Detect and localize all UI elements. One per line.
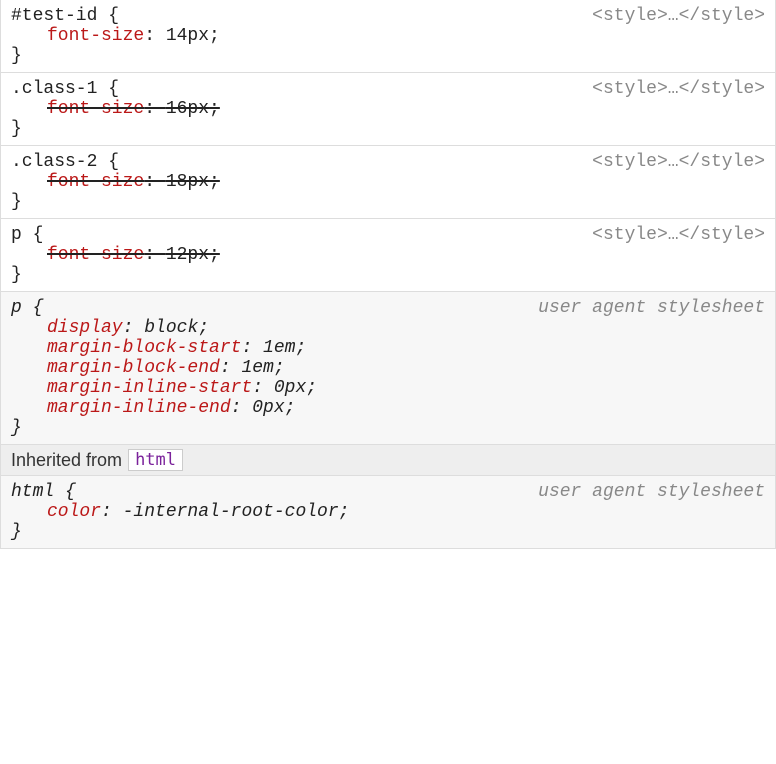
css-declaration[interactable]: margin-block-start: 1em; — [11, 338, 765, 358]
css-value[interactable]: 12px — [166, 245, 209, 265]
close-brace: } — [11, 522, 765, 542]
rule-source-link[interactable]: <style>…</style> — [592, 225, 765, 245]
open-brace: { — [97, 79, 119, 99]
open-brace: { — [22, 298, 44, 318]
selector[interactable]: p — [11, 298, 22, 318]
rule-source-link[interactable]: <style>…</style> — [592, 79, 765, 99]
open-brace: { — [97, 152, 119, 172]
css-property[interactable]: margin-inline-end — [47, 398, 231, 418]
rule-source-label: user agent stylesheet — [538, 482, 765, 502]
css-property[interactable]: font-size — [47, 99, 144, 119]
css-property[interactable]: color — [47, 502, 101, 522]
css-value[interactable]: 0px — [274, 378, 306, 398]
css-declaration[interactable]: font-size: 18px; — [11, 172, 765, 192]
semicolon: ; — [209, 172, 220, 192]
css-value[interactable]: 1em — [241, 358, 273, 378]
css-rule[interactable]: <style>…</style> .class-2 { font-size: 1… — [1, 145, 775, 219]
css-value[interactable]: 18px — [166, 172, 209, 192]
css-declaration[interactable]: margin-inline-end: 0px; — [11, 398, 765, 418]
close-brace: } — [11, 265, 765, 285]
css-property[interactable]: font-size — [47, 26, 144, 46]
css-value[interactable]: -internal-root-color — [123, 502, 339, 522]
colon: : — [144, 245, 166, 265]
selector[interactable]: p — [11, 225, 22, 245]
css-declaration[interactable]: display: block; — [11, 318, 765, 338]
css-property[interactable]: font-size — [47, 172, 144, 192]
css-declaration[interactable]: color: -internal-root-color; — [11, 502, 765, 522]
close-brace: } — [11, 418, 765, 438]
rule-source-link[interactable]: <style>…</style> — [592, 6, 765, 26]
selector[interactable]: html — [11, 482, 54, 502]
css-declaration[interactable]: margin-inline-start: 0px; — [11, 378, 765, 398]
styles-pane: <style>…</style> #test-id { font-size: 1… — [0, 0, 776, 549]
inherited-element-link[interactable]: html — [128, 449, 183, 471]
semicolon: ; — [209, 245, 220, 265]
css-rule[interactable]: <style>…</style> p { font-size: 12px; } — [1, 218, 775, 292]
css-declaration[interactable]: margin-block-end: 1em; — [11, 358, 765, 378]
semicolon: ; — [209, 26, 220, 46]
close-brace: } — [11, 119, 765, 139]
close-brace: } — [11, 192, 765, 212]
css-property[interactable]: margin-block-end — [47, 358, 220, 378]
css-property[interactable]: display — [47, 318, 123, 338]
rule-source-label: user agent stylesheet — [538, 298, 765, 318]
close-brace: } — [11, 46, 765, 66]
open-brace: { — [22, 225, 44, 245]
colon: : — [144, 26, 166, 46]
css-value[interactable]: 16px — [166, 99, 209, 119]
inherited-label: Inherited from — [11, 450, 122, 471]
css-value[interactable]: 0px — [252, 398, 284, 418]
css-property[interactable]: margin-block-start — [47, 338, 241, 358]
css-declaration[interactable]: font-size: 16px; — [11, 99, 765, 119]
colon: : — [144, 172, 166, 192]
css-declaration[interactable]: font-size: 12px; — [11, 245, 765, 265]
open-brace: { — [97, 6, 119, 26]
colon: : — [144, 99, 166, 119]
css-declaration[interactable]: font-size: 14px; — [11, 26, 765, 46]
open-brace: { — [54, 482, 76, 502]
css-rule-user-agent[interactable]: user agent stylesheet html { color: -int… — [1, 475, 775, 549]
css-property[interactable]: font-size — [47, 245, 144, 265]
rule-source-link[interactable]: <style>…</style> — [592, 152, 765, 172]
css-value[interactable]: block — [144, 318, 198, 338]
semicolon: ; — [209, 99, 220, 119]
selector[interactable]: #test-id — [11, 6, 97, 26]
selector[interactable]: .class-1 — [11, 79, 97, 99]
css-value[interactable]: 1em — [263, 338, 295, 358]
css-value[interactable]: 14px — [166, 26, 209, 46]
css-property[interactable]: margin-inline-start — [47, 378, 252, 398]
inherited-from-bar: Inherited from html — [1, 444, 775, 476]
css-rule[interactable]: <style>…</style> .class-1 { font-size: 1… — [1, 72, 775, 146]
selector[interactable]: .class-2 — [11, 152, 97, 172]
css-rule-user-agent[interactable]: user agent stylesheet p { display: block… — [1, 291, 775, 445]
css-rule[interactable]: <style>…</style> #test-id { font-size: 1… — [1, 0, 775, 73]
